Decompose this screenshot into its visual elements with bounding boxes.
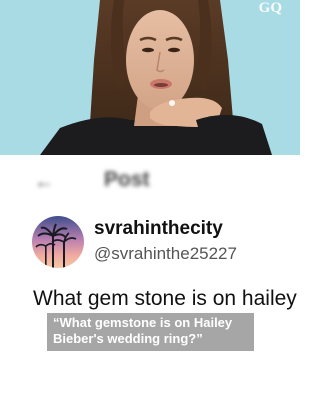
person-photo xyxy=(40,0,272,155)
post-header: ← Post xyxy=(0,155,300,205)
avatar[interactable] xyxy=(32,216,84,268)
post-header-title: Post xyxy=(104,168,150,191)
gq-logo: GQ xyxy=(258,0,282,16)
caption-line-1: “What gemstone is on Hailey xyxy=(53,315,233,330)
user-handle[interactable]: @svrahinthe25227 xyxy=(94,244,237,264)
post-text: What gem stone is on hailey xyxy=(33,287,297,310)
caption-overlay: “What gemstone is on Hailey Bieber's wed… xyxy=(47,313,254,351)
display-name[interactable]: svrahinthecity xyxy=(94,218,223,240)
back-arrow-icon[interactable]: ← xyxy=(34,171,54,194)
palm-trees-sunset-image xyxy=(32,216,84,268)
video-frame: GQ xyxy=(0,0,300,155)
post-card: ← Post svrahinthecity @svrahinthe25227 W… xyxy=(0,155,300,400)
caption-line-2: Bieber's wedding ring?” xyxy=(53,331,203,346)
